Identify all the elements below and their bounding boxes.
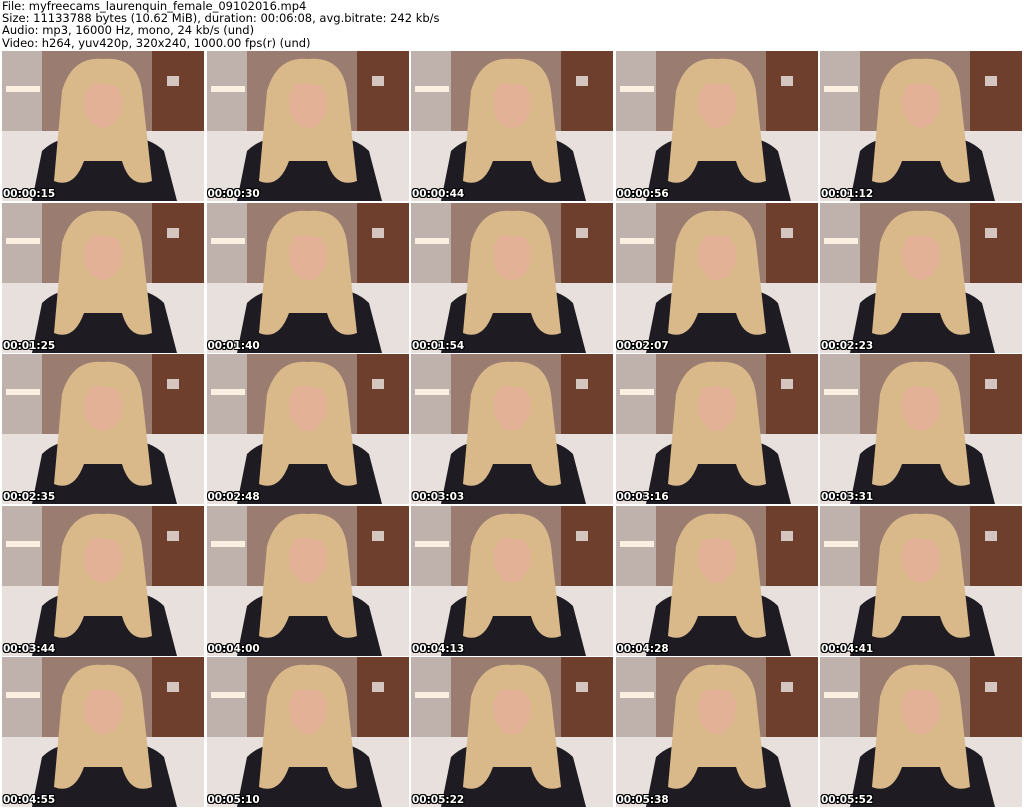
video-thumbnail[interactable]: 00:01:54: [411, 202, 613, 353]
video-thumbnail[interactable]: 00:04:00: [206, 505, 409, 656]
thumbnail-timestamp: 00:03:44: [3, 642, 56, 655]
video-thumbnail[interactable]: 00:01:40: [206, 202, 409, 353]
video-thumbnail[interactable]: 00:04:13: [411, 505, 613, 656]
video-thumbnail[interactable]: 00:03:03: [411, 354, 613, 504]
video-frame-image: [615, 505, 818, 656]
video-info-text: Video: h264, yuv420p, 320x240, 1000.00 f…: [2, 35, 311, 50]
thumbnail-timestamp: 00:05:52: [821, 794, 874, 806]
video-frame-image: [615, 51, 818, 201]
video-thumbnail[interactable]: 00:00:44: [411, 51, 613, 201]
video-frame-image: [206, 51, 409, 201]
video-frame-image: [206, 657, 409, 807]
video-thumbnail[interactable]: 00:01:12: [820, 51, 1022, 201]
thumbnail-timestamp: 00:02:48: [207, 491, 260, 503]
thumbnail-timestamp: 00:03:31: [821, 491, 874, 503]
video-frame-image: [2, 51, 204, 201]
video-frame-image: [411, 657, 613, 807]
video-frame-image: [411, 505, 613, 656]
video-thumbnail[interactable]: 00:03:16: [615, 354, 818, 504]
video-thumbnail[interactable]: 00:02:23: [820, 202, 1022, 353]
thumbnail-timestamp: 00:02:23: [821, 339, 874, 352]
video-thumbnail[interactable]: 00:00:30: [206, 51, 409, 201]
thumbnail-timestamp: 00:04:41: [821, 642, 874, 655]
thumbnail-timestamp: 00:01:54: [412, 339, 465, 352]
thumbnail-timestamp: 00:05:22: [412, 794, 465, 806]
video-frame-image: [411, 51, 613, 201]
thumbnail-timestamp: 00:02:35: [3, 491, 56, 503]
video-frame-image: [206, 505, 409, 656]
video-frame-image: [820, 657, 1022, 807]
video-frame-image: [615, 657, 818, 807]
video-frame-image: [2, 202, 204, 353]
thumbnail-grid: 00:00:15 00:00:30 00:00:44 00:00:56 00:0…: [2, 51, 1022, 807]
audio-info-text: Audio: mp3, 16000 Hz, mono, 24 kb/s (und…: [2, 23, 255, 38]
video-frame-image: [2, 505, 204, 656]
thumbnail-timestamp: 00:01:40: [207, 339, 260, 352]
video-frame-image: [2, 354, 204, 504]
video-thumbnail[interactable]: 00:02:48: [206, 354, 409, 504]
thumbnail-timestamp: 00:04:28: [616, 642, 669, 655]
thumbnail-timestamp: 00:03:16: [616, 491, 669, 503]
video-thumbnail[interactable]: 00:01:25: [2, 202, 204, 353]
video-frame-image: [820, 354, 1022, 504]
video-thumbnail[interactable]: 00:04:41: [820, 505, 1022, 656]
video-thumbnail[interactable]: 00:00:56: [615, 51, 818, 201]
video-frame-image: [411, 354, 613, 504]
video-thumbnail[interactable]: 00:04:28: [615, 505, 818, 656]
video-frame-image: [820, 51, 1022, 201]
video-thumbnail[interactable]: 00:03:31: [820, 354, 1022, 504]
thumbnail-timestamp: 00:01:25: [3, 339, 56, 352]
thumbnail-timestamp: 00:00:30: [207, 188, 260, 200]
video-frame-image: [206, 202, 409, 353]
file-info-header: File: myfreecams_laurenquin_female_09102…: [2, 0, 1022, 49]
thumbnail-timestamp: 00:00:44: [412, 188, 465, 200]
thumbnail-timestamp: 00:02:07: [616, 339, 669, 352]
thumbnail-timestamp: 00:05:38: [616, 794, 669, 806]
thumbnail-timestamp: 00:05:10: [207, 794, 260, 806]
video-thumbnail[interactable]: 00:03:44: [2, 505, 204, 656]
thumbnail-timestamp: 00:04:13: [412, 642, 465, 655]
video-frame-image: [820, 202, 1022, 353]
video-frame-image: [206, 354, 409, 504]
thumbnail-timestamp: 00:01:12: [821, 188, 874, 200]
thumbnail-timestamp: 00:04:55: [3, 794, 56, 806]
video-thumbnail[interactable]: 00:02:07: [615, 202, 818, 353]
video-thumbnail[interactable]: 00:05:10: [206, 657, 409, 807]
video-frame-image: [2, 657, 204, 807]
video-thumbnail[interactable]: 00:05:22: [411, 657, 613, 807]
video-frame-image: [615, 354, 818, 504]
video-frame-image: [615, 202, 818, 353]
video-thumbnail[interactable]: 00:00:15: [2, 51, 204, 201]
thumbnail-timestamp: 00:03:03: [412, 491, 465, 503]
video-thumbnail[interactable]: 00:04:55: [2, 657, 204, 807]
video-thumbnail[interactable]: 00:05:38: [615, 657, 818, 807]
video-frame-image: [411, 202, 613, 353]
thumbnail-timestamp: 00:00:15: [3, 188, 56, 200]
video-thumbnail[interactable]: 00:05:52: [820, 657, 1022, 807]
video-frame-image: [820, 505, 1022, 656]
thumbnail-timestamp: 00:00:56: [616, 188, 669, 200]
video-thumbnail[interactable]: 00:02:35: [2, 354, 204, 504]
thumbnail-timestamp: 00:04:00: [207, 642, 260, 655]
